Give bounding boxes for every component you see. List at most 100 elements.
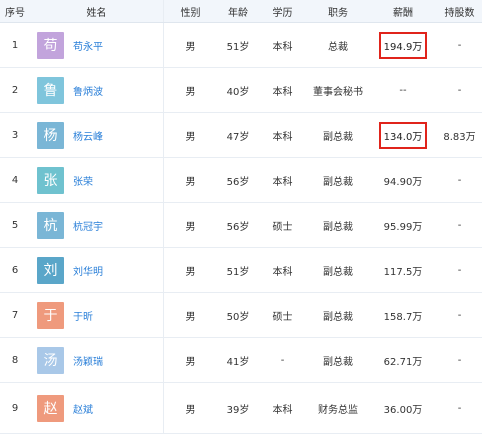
- row-index: 4: [0, 157, 30, 203]
- row-index: 3: [0, 112, 30, 158]
- salary-value: 94.90万: [383, 176, 423, 188]
- name-cell: 杨杨云峰: [30, 112, 164, 158]
- salary-value: 194.9万: [378, 31, 428, 59]
- person-name-link[interactable]: 刘华明: [73, 263, 103, 278]
- salary-value: 36.00万: [383, 404, 423, 416]
- education-cell: 本科: [259, 382, 306, 434]
- salary-cell: 95.99万: [370, 202, 436, 248]
- shares-cell: 8.83万: [436, 112, 482, 158]
- education-cell: 本科: [259, 157, 306, 203]
- name-cell: 杭杭冠宇: [30, 202, 164, 248]
- name-cell: 赵赵斌: [30, 382, 164, 434]
- age-cell: 51岁: [217, 22, 259, 68]
- salary-cell: 158.7万: [370, 292, 436, 338]
- avatar[interactable]: 杭: [37, 211, 64, 239]
- gender-cell: 男: [163, 22, 217, 68]
- shares-cell: -: [436, 292, 482, 338]
- education-cell: 本科: [259, 22, 306, 68]
- person-name-link[interactable]: 张荣: [73, 173, 93, 188]
- header-shares: 持股数: [436, 0, 482, 23]
- position-cell: 副总裁: [306, 247, 370, 293]
- row-index: 1: [0, 22, 30, 68]
- shares-cell: -: [436, 247, 482, 293]
- salary-value: 62.71万: [383, 356, 423, 368]
- person-name-link[interactable]: 汤颖瑞: [73, 353, 103, 368]
- gender-cell: 男: [163, 337, 217, 383]
- age-cell: 50岁: [217, 292, 259, 338]
- age-cell: 41岁: [217, 337, 259, 383]
- table-row: 2 鲁鲁炳波男 40岁 本科 董事会秘书 -- -: [0, 67, 482, 113]
- avatar[interactable]: 苟: [37, 31, 64, 59]
- shares-cell: -: [436, 157, 482, 203]
- table-row: 1 苟苟永平男 51岁 本科 总裁 194.9万 -: [0, 22, 482, 68]
- salary-value: 158.7万: [383, 311, 423, 323]
- age-cell: 56岁: [217, 157, 259, 203]
- avatar[interactable]: 于: [37, 301, 64, 329]
- education-cell: 本科: [259, 247, 306, 293]
- header-salary: 薪酬: [370, 0, 436, 23]
- person-name-link[interactable]: 杨云峰: [73, 128, 103, 143]
- shares-cell: -: [436, 67, 482, 113]
- row-index: 2: [0, 67, 30, 113]
- person-name-link[interactable]: 于昕: [73, 308, 93, 323]
- header-age: 年龄: [217, 0, 259, 23]
- executive-table: 序号 姓名 性别 年龄 学历 职务 薪酬 持股数 1 苟苟永平男 51岁 本科 总裁 19…: [0, 0, 482, 434]
- gender-cell: 男: [163, 247, 217, 293]
- education-cell: 本科: [259, 67, 306, 113]
- avatar[interactable]: 鲁: [37, 76, 64, 104]
- table-row: 5 杭杭冠宇男 56岁 硕士 副总裁 95.99万 -: [0, 202, 482, 248]
- avatar[interactable]: 张: [37, 166, 64, 194]
- row-index: 7: [0, 292, 30, 338]
- education-cell: 本科: [259, 112, 306, 158]
- table-body: 1 苟苟永平男 51岁 本科 总裁 194.9万 -2 鲁鲁炳波男 40岁 本科 董事会秘书 -- -3…: [0, 22, 482, 434]
- position-cell: 副总裁: [306, 157, 370, 203]
- education-cell: 硕士: [259, 202, 306, 248]
- table-row: 9 赵赵斌男 39岁 本科 财务总监 36.00万 -: [0, 382, 482, 434]
- salary-cell: 194.9万: [370, 22, 436, 68]
- person-name-link[interactable]: 赵斌: [73, 401, 93, 416]
- avatar[interactable]: 杨: [37, 121, 64, 149]
- gender-cell: 男: [163, 382, 217, 434]
- gender-cell: 男: [163, 157, 217, 203]
- row-index: 9: [0, 382, 30, 434]
- age-cell: 56岁: [217, 202, 259, 248]
- salary-cell: 36.00万: [370, 382, 436, 434]
- salary-cell: 117.5万: [370, 247, 436, 293]
- person-name-link[interactable]: 杭冠宇: [73, 218, 103, 233]
- salary-value: 134.0万: [378, 121, 428, 149]
- education-cell: -: [259, 337, 306, 383]
- table-header-row: 序号 姓名 性别 年龄 学历 职务 薪酬 持股数: [0, 0, 482, 23]
- position-cell: 副总裁: [306, 112, 370, 158]
- salary-value: 117.5万: [383, 266, 423, 278]
- row-index: 5: [0, 202, 30, 248]
- gender-cell: 男: [163, 112, 217, 158]
- avatar[interactable]: 刘: [37, 256, 64, 284]
- salary-cell: 94.90万: [370, 157, 436, 203]
- salary-value: --: [399, 84, 407, 96]
- person-name-link[interactable]: 鲁炳波: [73, 83, 103, 98]
- position-cell: 董事会秘书: [306, 67, 370, 113]
- education-cell: 硕士: [259, 292, 306, 338]
- header-gender: 性别: [163, 0, 217, 23]
- position-cell: 副总裁: [306, 202, 370, 248]
- age-cell: 40岁: [217, 67, 259, 113]
- shares-cell: -: [436, 202, 482, 248]
- header-name: 姓名: [30, 0, 164, 23]
- salary-cell: --: [370, 67, 436, 113]
- table-row: 6 刘刘华明男 51岁 本科 副总裁 117.5万 -: [0, 247, 482, 293]
- header-index: 序号: [0, 0, 30, 23]
- position-cell: 副总裁: [306, 337, 370, 383]
- row-index: 8: [0, 337, 30, 383]
- age-cell: 39岁: [217, 382, 259, 434]
- position-cell: 总裁: [306, 22, 370, 68]
- name-cell: 刘刘华明: [30, 247, 164, 293]
- salary-cell: 62.71万: [370, 337, 436, 383]
- avatar[interactable]: 汤: [37, 346, 64, 374]
- position-cell: 副总裁: [306, 292, 370, 338]
- table-row: 8 汤汤颖瑞男 41岁 - 副总裁 62.71万 -: [0, 337, 482, 383]
- header-position: 职务: [306, 0, 370, 23]
- person-name-link[interactable]: 苟永平: [73, 38, 103, 53]
- avatar[interactable]: 赵: [37, 394, 64, 422]
- row-index: 6: [0, 247, 30, 293]
- gender-cell: 男: [163, 292, 217, 338]
